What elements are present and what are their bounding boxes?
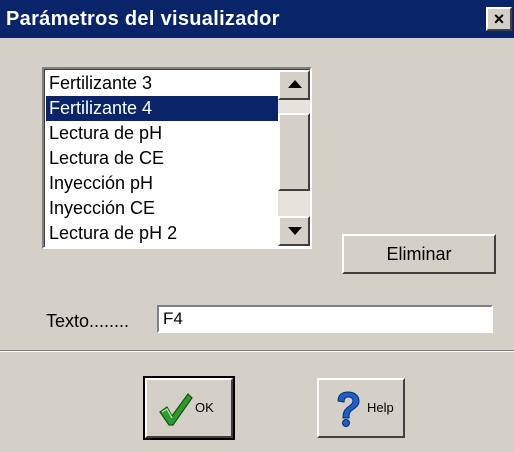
dialog-window: Parámetros del visualizador × Fertilizan… (0, 0, 514, 452)
listbox-items: Fertilizante 3 Fertilizante 4 Lectura de… (46, 71, 278, 246)
close-button[interactable]: × (486, 7, 512, 31)
window-title: Parámetros del visualizador (6, 8, 280, 30)
list-item[interactable]: Fertilizante 3 (46, 71, 278, 96)
text-field-label: Texto........ (46, 311, 130, 331)
scroll-down-button[interactable] (278, 216, 310, 246)
list-item[interactable]: Inyección pH (46, 171, 278, 196)
delete-button[interactable]: Eliminar (342, 234, 496, 274)
ok-label: OK (195, 400, 214, 415)
checkmark-icon (159, 393, 193, 426)
arrow-down-icon (288, 227, 302, 235)
list-item[interactable]: Lectura de CE (46, 146, 278, 171)
title-bar[interactable]: Parámetros del visualizador × (0, 0, 514, 38)
question-mark-icon (337, 391, 360, 427)
separator-line (0, 350, 514, 352)
listbox-frame: Fertilizante 3 Fertilizante 4 Lectura de… (44, 69, 310, 247)
ok-button[interactable]: OK (143, 376, 235, 440)
listbox-scrollbar[interactable] (278, 70, 310, 246)
close-icon: × (493, 9, 505, 29)
display-items-listbox[interactable]: Fertilizante 3 Fertilizante 4 Lectura de… (42, 67, 312, 249)
scroll-up-button[interactable] (278, 70, 310, 100)
list-item[interactable]: Lectura de pH (46, 121, 278, 146)
help-button[interactable]: Help (317, 378, 405, 438)
list-item[interactable]: Lectura de pH 2 (46, 221, 278, 246)
arrow-up-icon (288, 80, 302, 88)
list-item[interactable]: Fertilizante 4 (46, 96, 278, 121)
scroll-thumb[interactable] (278, 113, 310, 191)
help-label: Help (367, 400, 394, 415)
text-input[interactable] (157, 305, 493, 333)
list-item[interactable]: Inyección CE (46, 196, 278, 221)
